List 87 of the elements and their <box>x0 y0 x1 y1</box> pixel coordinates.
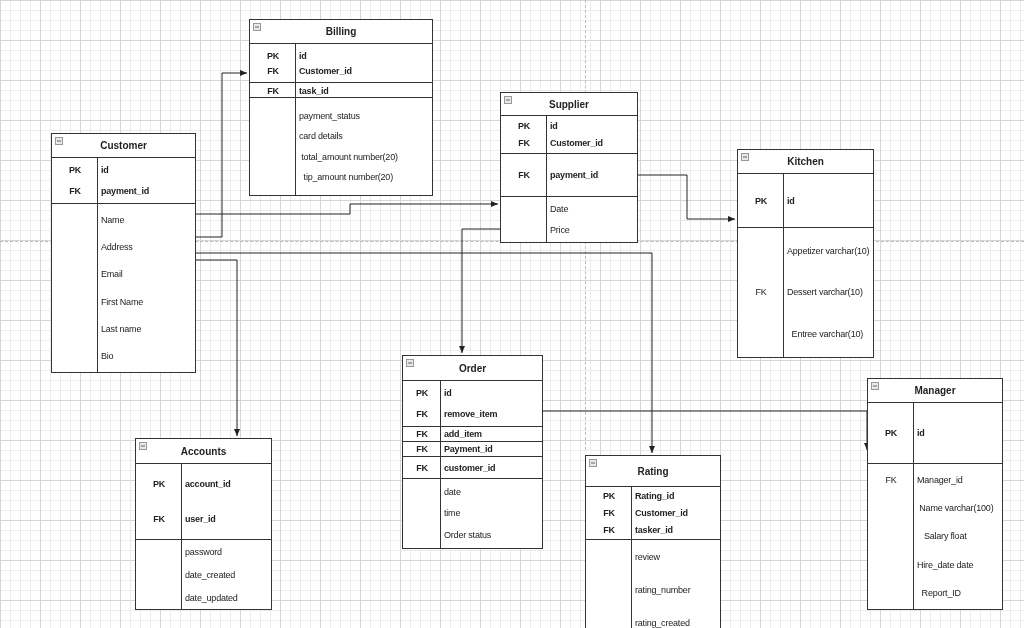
field-name: Rating_id <box>634 489 675 502</box>
collapse-icon[interactable] <box>253 23 261 31</box>
table-title: Customer <box>100 140 147 151</box>
field-name: Dessert varchar(10) <box>786 286 863 299</box>
field-name: Appetizer varchar(10) <box>786 244 870 257</box>
key-label: FK <box>416 429 428 439</box>
field-name: tip_amount number(20) <box>302 170 393 183</box>
field-name: payment_status <box>298 110 360 123</box>
field-name: total_amount number(20) <box>300 150 398 163</box>
collapse-icon[interactable] <box>589 459 597 467</box>
field-name: card details <box>298 130 343 143</box>
field-name: remove_item <box>443 407 498 420</box>
key-label: PK <box>266 50 280 61</box>
field-name: review <box>634 550 660 563</box>
table-title: Kitchen <box>787 156 824 167</box>
field-name: task_id <box>298 85 329 97</box>
table-title: Order <box>458 362 487 374</box>
field-name: rating_created <box>634 617 690 628</box>
field-name: password <box>184 545 222 558</box>
key-label: PK <box>152 478 166 489</box>
field-name: Customer_id <box>634 507 688 519</box>
field-name: Address <box>100 241 133 253</box>
field-name: Order status <box>443 529 492 542</box>
key-label: PK <box>884 428 898 438</box>
field-name: Entree varchar(10) <box>790 328 864 341</box>
key-label: PK <box>68 165 82 176</box>
field-name: Report_ID <box>920 586 961 599</box>
field-name: id <box>100 164 109 177</box>
key-label: FK <box>755 287 767 298</box>
field-name: Email <box>100 268 123 281</box>
field-name: Bio <box>100 350 114 363</box>
field-name: date_created <box>184 568 236 581</box>
field-name: payment_id <box>100 184 149 197</box>
key-label: FK <box>603 508 615 518</box>
key-label: FK <box>518 137 530 148</box>
collapse-icon[interactable] <box>406 359 414 367</box>
field-name: Manager_id <box>916 474 963 487</box>
field-name: id <box>786 194 795 207</box>
field-name: id <box>916 427 925 439</box>
field-name: payment_id <box>549 169 598 181</box>
field-name: time <box>443 507 461 520</box>
key-label: FK <box>153 514 165 525</box>
field-name: Payment_id <box>443 443 493 455</box>
key-label: FK <box>518 170 530 180</box>
key-label: FK <box>267 65 279 76</box>
collapse-icon[interactable] <box>741 153 749 161</box>
collapse-icon[interactable] <box>55 137 63 145</box>
field-name: Date <box>549 203 569 216</box>
key-label: PK <box>415 388 429 399</box>
key-label: PK <box>517 121 531 132</box>
field-name: add_item <box>443 428 482 440</box>
collapse-icon[interactable] <box>871 382 879 390</box>
table-title: Supplier <box>549 98 589 110</box>
field-name: customer_id <box>443 461 496 474</box>
collapse-icon[interactable] <box>139 442 147 450</box>
field-name: Customer_id <box>549 136 603 149</box>
field-name: Name <box>100 213 125 226</box>
collapse-icon[interactable] <box>504 96 512 104</box>
field-name: First Name <box>100 295 143 308</box>
key-label: FK <box>885 475 897 486</box>
field-name: account_id <box>184 477 231 490</box>
key-label: PK <box>602 490 616 501</box>
key-label: FK <box>416 444 428 454</box>
field-name: tasker_id <box>634 524 673 537</box>
field-name: Name varchar(100) <box>918 502 994 515</box>
field-name: Price <box>549 223 570 236</box>
key-label: PK <box>754 195 768 206</box>
table-title: Manager <box>914 385 956 396</box>
field-name: Hire_date date <box>916 558 974 571</box>
table-title: Rating <box>637 465 669 477</box>
field-name: Salary float <box>922 530 967 543</box>
field-name: id <box>549 120 558 133</box>
table-title: Accounts <box>180 445 227 457</box>
key-label: FK <box>416 462 428 473</box>
key-label: FK <box>603 525 615 536</box>
field-name: user_id <box>184 513 216 526</box>
key-label: FK <box>267 86 279 96</box>
key-label: FK <box>416 408 428 419</box>
field-name: rating_number <box>634 584 691 596</box>
table-title: Billing <box>325 26 357 37</box>
field-name: id <box>298 49 307 62</box>
field-name: Last name <box>100 322 142 335</box>
field-name: date_updated <box>184 591 238 604</box>
field-name: id <box>443 387 452 400</box>
key-label: FK <box>69 185 81 196</box>
field-name: Customer_id <box>298 64 352 77</box>
field-name: date <box>443 485 461 498</box>
